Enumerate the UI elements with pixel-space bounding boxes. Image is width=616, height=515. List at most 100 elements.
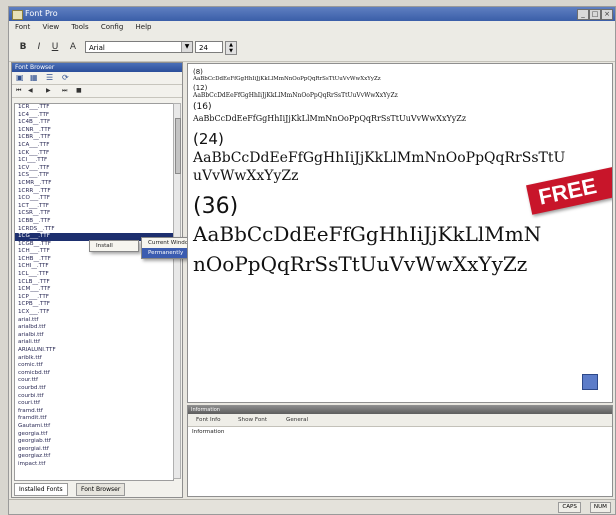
file-list-item[interactable]: 1CRR__.TTF bbox=[15, 188, 173, 196]
file-list-item[interactable]: courbi.ttf bbox=[15, 393, 173, 401]
file-list-item[interactable]: 1CS___.TTF bbox=[15, 172, 173, 180]
file-list-item[interactable]: 1CRDS__.TTF bbox=[15, 226, 173, 234]
free-banner: FREE bbox=[526, 163, 612, 215]
menu-view[interactable]: View bbox=[42, 23, 59, 31]
file-list-item[interactable]: 1CO___.TTF bbox=[15, 195, 173, 203]
file-list-item[interactable]: ariblk.ttf bbox=[15, 355, 173, 363]
file-list-item[interactable]: ARIALUNI.TTF bbox=[15, 347, 173, 355]
last-icon[interactable]: ⏭ bbox=[62, 87, 67, 95]
file-list-item[interactable]: couri.ttf bbox=[15, 400, 173, 408]
file-list-item[interactable]: 1C4___.TTF bbox=[15, 112, 173, 120]
file-list-item[interactable]: arialbi.ttf bbox=[15, 332, 173, 340]
file-list-item[interactable]: 1CR___.TTF bbox=[15, 104, 173, 112]
title-bar: Font Pro _ □ × bbox=[9, 7, 615, 21]
file-list-item[interactable]: arialbd.ttf bbox=[15, 324, 173, 332]
ctx-install[interactable]: Install bbox=[90, 241, 138, 251]
menu-help[interactable]: Help bbox=[136, 23, 152, 31]
file-list-item[interactable]: 1CV___.TTF bbox=[15, 165, 173, 173]
stop-icon[interactable]: ■ bbox=[76, 87, 82, 94]
minimize-button[interactable]: _ bbox=[577, 9, 589, 20]
file-list-item[interactable]: 1CL___.TTF bbox=[15, 271, 173, 279]
file-list-item[interactable]: 1CLB__.TTF bbox=[15, 279, 173, 287]
file-list-item[interactable]: 1CHI__.TTF bbox=[15, 263, 173, 271]
file-list-item[interactable]: framd.ttf bbox=[15, 408, 173, 416]
size-select[interactable]: 24 bbox=[195, 41, 223, 53]
grid-icon[interactable]: ▦ bbox=[30, 73, 38, 82]
file-list-item[interactable]: arial.ttf bbox=[15, 317, 173, 325]
file-list-item[interactable]: 1CBR__.TTF bbox=[15, 134, 173, 142]
status-bar: CAPS NUM bbox=[9, 499, 615, 514]
info-panel-toolbar: Font Info Show Font General bbox=[188, 414, 612, 427]
file-list-item[interactable]: ariali.ttf bbox=[15, 339, 173, 347]
file-list-item[interactable]: georgiab.ttf bbox=[15, 438, 173, 446]
preview-sample-text: AaBbCcDdEeFfGgHhIiJjKkLlMmN bbox=[193, 222, 542, 246]
italic-icon[interactable]: I bbox=[33, 41, 45, 53]
file-list-item[interactable]: georgiai.ttf bbox=[15, 446, 173, 454]
file-list-item[interactable]: 1CI___.TTF bbox=[15, 157, 173, 165]
tab-font-browser[interactable]: Font Browser bbox=[76, 483, 126, 496]
menu-config[interactable]: Config bbox=[101, 23, 123, 31]
font-select[interactable]: Arial ▼ bbox=[85, 41, 193, 53]
file-list-item[interactable]: 1CT___.TTF bbox=[15, 203, 173, 211]
file-list-item[interactable]: 1CX___.TTF bbox=[15, 309, 173, 317]
window-title: Font Pro bbox=[25, 9, 58, 18]
status-caps: CAPS bbox=[558, 502, 581, 513]
file-list-item[interactable]: 1CNR__.TTF bbox=[15, 127, 173, 135]
file-list-item[interactable]: framdit.ttf bbox=[15, 415, 173, 423]
panel-toolbar: ▣ ▦ ☰ ⟳ bbox=[12, 72, 182, 85]
file-list-item[interactable]: 1CM___.TTF bbox=[15, 286, 173, 294]
refresh-icon[interactable]: ⟳ bbox=[62, 73, 69, 82]
file-list-item[interactable]: 1CBB__.TTF bbox=[15, 218, 173, 226]
scrollbar[interactable] bbox=[173, 103, 181, 479]
tree-icon[interactable]: ☰ bbox=[46, 73, 53, 82]
preview-sample-text: AaBbCcDdEeFfGgHhIiJjKkLlMmNnOoPpQqRrSsTt… bbox=[193, 76, 381, 82]
folder-icon[interactable]: ▣ bbox=[16, 73, 24, 82]
menu-font[interactable]: Font bbox=[15, 23, 30, 31]
font-browser-panel: Font Browser ▣ ▦ ☰ ⟳ ⏮ ◀ ▶ ⏭ ■ 1CR___.TT… bbox=[11, 62, 183, 498]
underline-icon[interactable]: U bbox=[49, 41, 61, 53]
first-icon[interactable]: ⏮ bbox=[16, 87, 21, 95]
file-list-item[interactable]: 1C4B__.TTF bbox=[15, 119, 173, 127]
file-list-item[interactable]: georgiaz.ttf bbox=[15, 453, 173, 461]
app-window: Font Pro _ □ × Font View Tools Config He… bbox=[8, 6, 616, 515]
file-list-item[interactable]: impact.ttf bbox=[15, 461, 173, 469]
bold-icon[interactable]: B bbox=[17, 41, 29, 53]
file-list-item[interactable]: 1CP___.TTF bbox=[15, 294, 173, 302]
file-list-item[interactable]: comicbd.ttf bbox=[15, 370, 173, 378]
preview-sample-text: AaBbCcDdEeFfGgHhIiJjKkLlMmNnOoPpQqRrSsTt… bbox=[193, 92, 398, 99]
info-panel: Information Font Info Show Font General … bbox=[187, 405, 613, 497]
preview-sample-text: nOoPpQqRrSsTtUuVvWwXxYyZz bbox=[193, 252, 528, 276]
file-list[interactable]: 1CR___.TTF 1C4___.TTF 1C4B__.TTF 1CNR__.TTF… bbox=[14, 103, 174, 481]
next-icon[interactable]: ▶ bbox=[46, 87, 51, 94]
chevron-down-icon[interactable]: ▼ bbox=[181, 42, 192, 52]
preview-sample-text: uVvWwXxYyZz bbox=[193, 168, 299, 184]
file-list-item[interactable]: 1CPB__.TTF bbox=[15, 301, 173, 309]
file-list-item[interactable]: cour.ttf bbox=[15, 377, 173, 385]
font-select-value: Arial bbox=[89, 44, 105, 52]
corner-icon bbox=[582, 374, 598, 390]
file-list-item[interactable]: comic.ttf bbox=[15, 362, 173, 370]
file-list-item[interactable]: 1CA___.TTF bbox=[15, 142, 173, 150]
file-list-item[interactable]: Gautami.ttf bbox=[15, 423, 173, 431]
close-button[interactable]: × bbox=[601, 9, 613, 20]
show-font-button[interactable]: Show Font bbox=[238, 414, 267, 426]
status-num: NUM bbox=[589, 502, 611, 513]
file-list-item[interactable]: courbd.ttf bbox=[15, 385, 173, 393]
tab-installed-fonts[interactable]: Installed Fonts bbox=[14, 483, 68, 496]
file-list-item[interactable]: 1CSR__.TTF bbox=[15, 210, 173, 218]
prev-icon[interactable]: ◀ bbox=[28, 87, 33, 94]
info-panel-title: Information bbox=[188, 406, 612, 414]
file-list-item[interactable]: georgia.ttf bbox=[15, 431, 173, 439]
file-list-item[interactable]: 1CMR__.TTF bbox=[15, 180, 173, 188]
preview-sample-text: AaBbCcDdEeFfGgHhIiJjKkLlMmNnOoPpQqRrSsTt… bbox=[193, 114, 467, 123]
scroll-thumb[interactable] bbox=[175, 118, 181, 174]
size-spinner[interactable]: ▲ ▼ bbox=[225, 41, 237, 55]
preview-size-label: (8) bbox=[193, 68, 203, 76]
font-info-button[interactable]: Font Info bbox=[196, 414, 221, 426]
maximize-button[interactable]: □ bbox=[589, 9, 601, 20]
general-button[interactable]: General bbox=[286, 414, 308, 426]
menu-tools[interactable]: Tools bbox=[71, 23, 88, 31]
text-icon[interactable]: A bbox=[67, 41, 79, 53]
preview-size-label: (24) bbox=[193, 130, 224, 148]
file-list-item[interactable]: 1CK___.TTF bbox=[15, 150, 173, 158]
